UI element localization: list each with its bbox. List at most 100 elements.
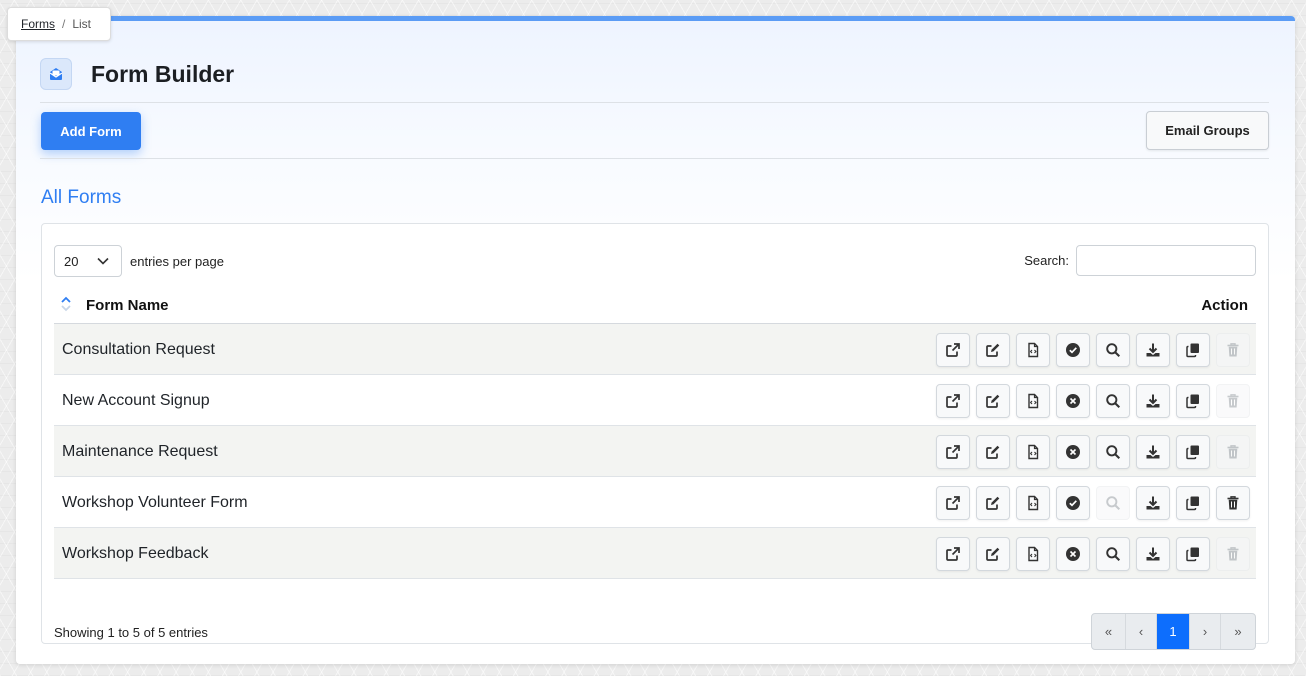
row-actions bbox=[930, 333, 1250, 367]
duplicate-button[interactable] bbox=[1176, 435, 1210, 469]
divider bbox=[40, 158, 1269, 159]
duplicate-button[interactable] bbox=[1176, 333, 1210, 367]
embed-code-button[interactable] bbox=[1016, 486, 1050, 520]
table-search: Search: bbox=[1024, 245, 1256, 276]
edit-icon bbox=[985, 342, 1001, 358]
code-file-icon bbox=[1025, 444, 1041, 460]
embed-code-button[interactable] bbox=[1016, 435, 1050, 469]
open-form-button[interactable] bbox=[936, 384, 970, 418]
search-icon bbox=[1105, 444, 1121, 460]
embed-code-button[interactable] bbox=[1016, 384, 1050, 418]
edit-form-button[interactable] bbox=[976, 384, 1010, 418]
page-title: Form Builder bbox=[91, 61, 235, 87]
form-name-cell: Workshop Volunteer Form bbox=[62, 494, 248, 511]
delete-button bbox=[1216, 384, 1250, 418]
page-first-button[interactable]: « bbox=[1092, 614, 1126, 649]
toggle-status-button[interactable] bbox=[1056, 435, 1090, 469]
external-link-icon bbox=[945, 546, 961, 562]
check-circle-icon bbox=[1065, 495, 1081, 511]
table-row: Workshop Volunteer Form bbox=[54, 477, 1256, 528]
page-last-button[interactable]: » bbox=[1221, 614, 1255, 649]
download-button[interactable] bbox=[1136, 333, 1170, 367]
preview-button[interactable] bbox=[1096, 435, 1130, 469]
row-actions bbox=[930, 486, 1250, 520]
preview-button[interactable] bbox=[1096, 333, 1130, 367]
entries-per-page: 20 entries per page bbox=[54, 245, 224, 277]
duplicate-button[interactable] bbox=[1176, 486, 1210, 520]
search-label: Search: bbox=[1024, 253, 1069, 268]
per-page-select[interactable]: 20 bbox=[54, 245, 122, 277]
search-input[interactable] bbox=[1076, 245, 1256, 276]
preview-button[interactable] bbox=[1096, 384, 1130, 418]
email-groups-button[interactable]: Email Groups bbox=[1146, 111, 1269, 150]
code-file-icon bbox=[1025, 342, 1041, 358]
embed-code-button[interactable] bbox=[1016, 537, 1050, 571]
external-link-icon bbox=[945, 393, 961, 409]
delete-button bbox=[1216, 333, 1250, 367]
table-row: Maintenance Request bbox=[54, 426, 1256, 477]
open-form-button[interactable] bbox=[936, 537, 970, 571]
trash-icon bbox=[1225, 546, 1241, 562]
main-panel: Form Builder Add Form Email Groups All F… bbox=[16, 16, 1295, 664]
external-link-icon bbox=[945, 444, 961, 460]
duplicate-button[interactable] bbox=[1176, 537, 1210, 571]
external-link-icon bbox=[945, 342, 961, 358]
add-form-button[interactable]: Add Form bbox=[41, 112, 141, 150]
toggle-status-button[interactable] bbox=[1056, 537, 1090, 571]
edit-form-button[interactable] bbox=[976, 435, 1010, 469]
table-body: Consultation Request New Account Signup Ma… bbox=[54, 324, 1256, 579]
row-actions bbox=[930, 384, 1250, 418]
preview-button[interactable] bbox=[1096, 537, 1130, 571]
copy-icon bbox=[1185, 546, 1201, 562]
per-page-label: entries per page bbox=[130, 253, 224, 269]
breadcrumb-forms-link[interactable]: Forms bbox=[21, 17, 55, 31]
divider bbox=[40, 102, 1269, 103]
copy-icon bbox=[1185, 342, 1201, 358]
table-info: Showing 1 to 5 of 5 entries bbox=[54, 625, 208, 640]
edit-icon bbox=[985, 393, 1001, 409]
open-form-button[interactable] bbox=[936, 486, 970, 520]
toggle-status-button[interactable] bbox=[1056, 486, 1090, 520]
column-header-form-name[interactable]: Form Name bbox=[86, 297, 169, 314]
open-form-button[interactable] bbox=[936, 435, 970, 469]
sort-icon[interactable] bbox=[60, 295, 72, 318]
x-circle-icon bbox=[1065, 546, 1081, 562]
download-icon bbox=[1145, 495, 1161, 511]
edit-form-button[interactable] bbox=[976, 537, 1010, 571]
delete-button[interactable] bbox=[1216, 486, 1250, 520]
download-icon bbox=[1145, 444, 1161, 460]
edit-form-button[interactable] bbox=[976, 486, 1010, 520]
download-button[interactable] bbox=[1136, 384, 1170, 418]
toggle-status-button[interactable] bbox=[1056, 384, 1090, 418]
download-button[interactable] bbox=[1136, 486, 1170, 520]
edit-form-button[interactable] bbox=[976, 333, 1010, 367]
table-row: Workshop Feedback bbox=[54, 528, 1256, 579]
form-builder-icon bbox=[40, 58, 72, 90]
download-button[interactable] bbox=[1136, 537, 1170, 571]
toggle-status-button[interactable] bbox=[1056, 333, 1090, 367]
code-file-icon bbox=[1025, 393, 1041, 409]
search-icon bbox=[1105, 393, 1121, 409]
page-1-button[interactable]: 1 bbox=[1157, 614, 1190, 649]
page-prev-button[interactable]: ‹ bbox=[1126, 614, 1157, 649]
embed-code-button[interactable] bbox=[1016, 333, 1050, 367]
search-icon bbox=[1105, 495, 1121, 511]
breadcrumb: Forms / List bbox=[7, 7, 111, 41]
copy-icon bbox=[1185, 495, 1201, 511]
duplicate-button[interactable] bbox=[1176, 384, 1210, 418]
form-name-cell: Workshop Feedback bbox=[62, 545, 209, 562]
table-header: Form Name Action bbox=[54, 290, 1256, 324]
row-actions bbox=[930, 435, 1250, 469]
trash-icon bbox=[1225, 342, 1241, 358]
copy-icon bbox=[1185, 444, 1201, 460]
trash-icon bbox=[1225, 393, 1241, 409]
page-next-button[interactable]: › bbox=[1190, 614, 1221, 649]
open-form-button[interactable] bbox=[936, 333, 970, 367]
form-name-cell: Maintenance Request bbox=[62, 443, 218, 460]
download-icon bbox=[1145, 393, 1161, 409]
preview-button bbox=[1096, 486, 1130, 520]
download-button[interactable] bbox=[1136, 435, 1170, 469]
chevron-down-icon bbox=[97, 257, 109, 265]
search-icon bbox=[1105, 546, 1121, 562]
external-link-icon bbox=[945, 495, 961, 511]
